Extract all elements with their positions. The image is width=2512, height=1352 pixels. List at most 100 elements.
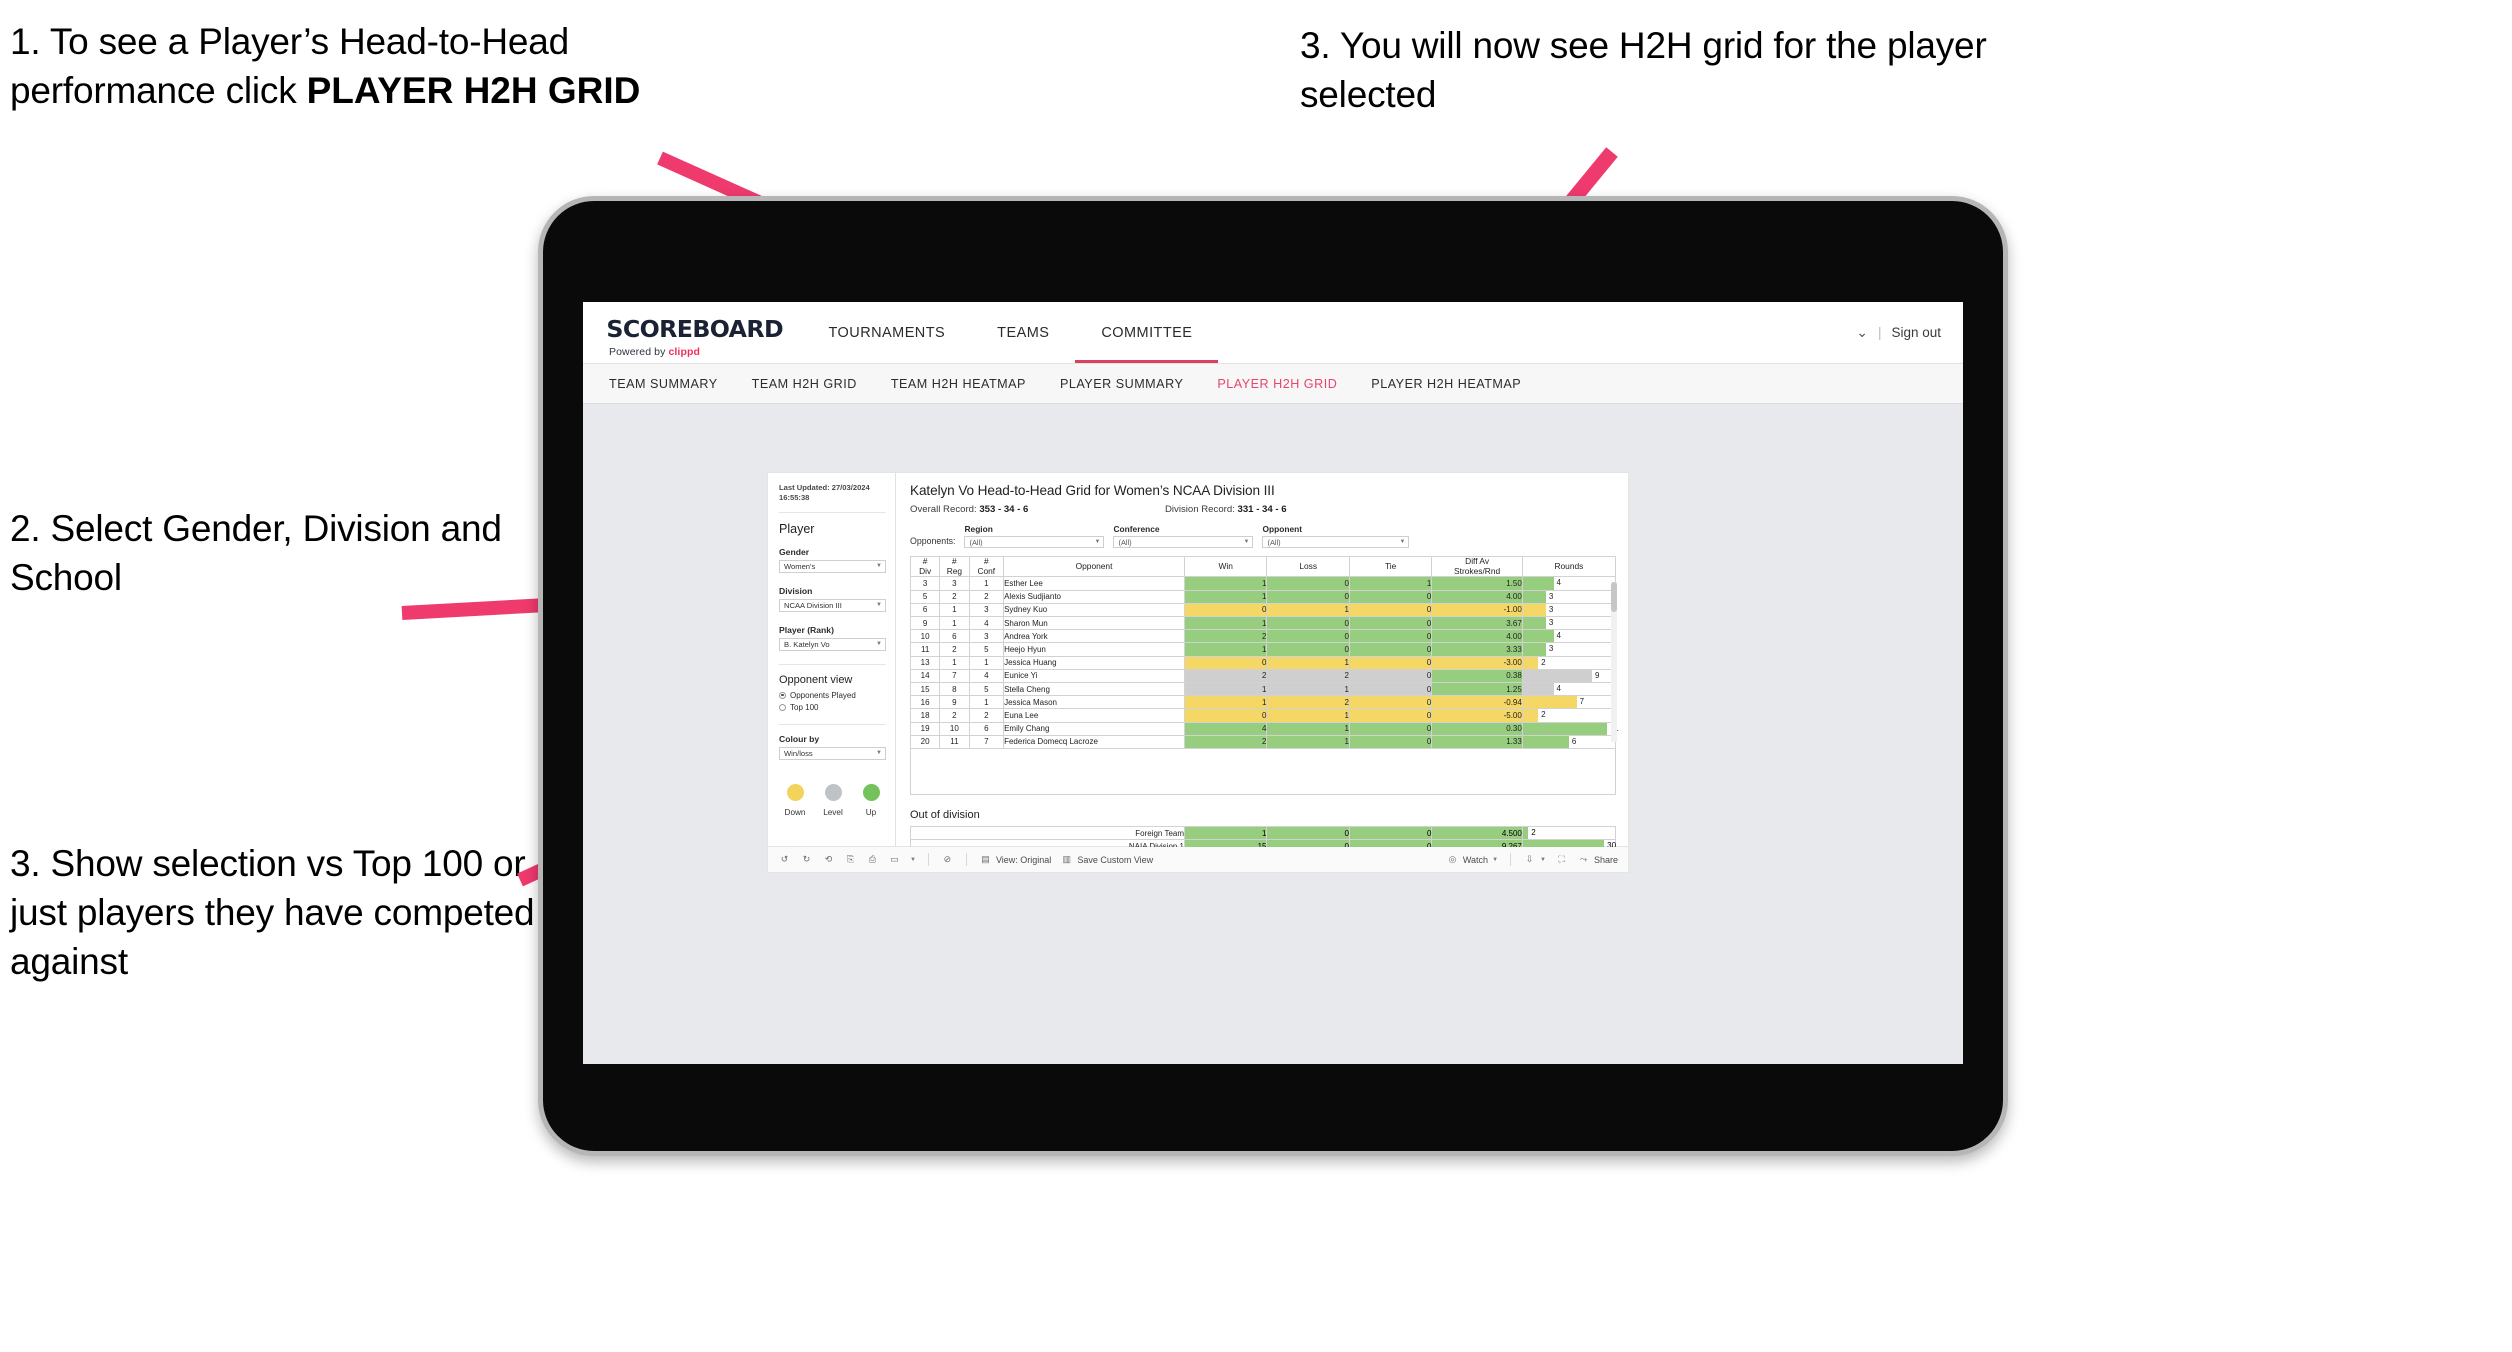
subnav-item-team-h2h-grid[interactable]: TEAM H2H GRID	[752, 377, 857, 391]
cell-opponent: Euna Lee	[1003, 708, 1185, 723]
region-select[interactable]: (All) ▼	[964, 536, 1105, 548]
user-menu-icon[interactable]: ⌄	[1856, 324, 1868, 341]
view-original-label: View: Original	[995, 854, 1052, 865]
cell-win: 2	[1183, 668, 1268, 683]
cell-loss: 0	[1266, 642, 1350, 657]
table-row[interactable]: 13 1 1 Jessica Huang 0 1 0 -3.00 2	[909, 655, 1617, 670]
cell-win: 0	[1183, 708, 1268, 723]
cell-reg: 2	[939, 642, 970, 657]
chevron-down-icon: ▼	[1492, 856, 1499, 863]
player-label: Player (Rank)	[779, 624, 834, 635]
table-row[interactable]: 20 11 7 Federica Domecq Lacroze 2 1 0 1.33 6	[909, 734, 1617, 749]
opponent-filter: Opponent (All) ▼	[1262, 524, 1410, 548]
cell-diff: -3.00	[1431, 655, 1523, 670]
opponent-value: (All)	[1267, 537, 1281, 547]
conference-label: Conference	[1113, 524, 1160, 534]
cell-loss: 0	[1266, 576, 1350, 591]
table-row[interactable]: 5 2 2 Alexis Sudjianto 1 0 0 4.00 3	[909, 589, 1617, 604]
cell-tie: 0	[1348, 589, 1433, 604]
cell-win: 1	[1183, 589, 1268, 604]
cell-tie: 0	[1348, 708, 1433, 723]
table-row[interactable]: 15 8 5 Stella Cheng 1 1 0 1.25 4	[909, 681, 1617, 697]
legend-dot-level	[824, 783, 842, 801]
opponent-select[interactable]: (All) ▼	[1262, 536, 1410, 548]
cell-win: 0	[1183, 655, 1268, 670]
reset-icon[interactable]: ⊘	[941, 853, 954, 866]
overall-record-label: Overall Record:	[910, 504, 980, 515]
sign-out-link[interactable]: Sign out	[1891, 325, 1941, 340]
table-row[interactable]: 6 1 3 Sydney Kuo 0 1 0 -1.00 3	[909, 602, 1617, 617]
nav-item-committee[interactable]: COMMITTEE	[1075, 302, 1218, 363]
primary-nav: TOURNAMENTS TEAMS COMMITTEE	[803, 302, 1219, 363]
cell-win: 1	[1183, 615, 1268, 631]
conference-select[interactable]: (All) ▼	[1113, 536, 1254, 548]
cell-rounds: 2	[1521, 825, 1617, 841]
nav-item-tournaments[interactable]: TOURNAMENTS	[803, 302, 972, 363]
cell-diff: 4.00	[1431, 589, 1523, 604]
pause-updates-icon[interactable]: ⎙	[866, 853, 879, 866]
tableau-toolbar: ↺ ↻ ⟲ ⎘ ⎙ ▭ ▼ ⊘ ▤ View: Original ▥ Save …	[767, 847, 1629, 873]
grid-scrollbar-thumb[interactable]	[1611, 582, 1617, 612]
table-row[interactable]: 10 6 3 Andrea York 2 0 0 4.00 4	[909, 629, 1617, 644]
save-custom-view-button[interactable]: ▥ Save Custom View	[1060, 853, 1154, 866]
cell-win: 1	[1183, 642, 1268, 657]
nav-item-teams[interactable]: TEAMS	[971, 302, 1075, 363]
table-row[interactable]: 11 2 5 Heejo Hyun 1 0 0 3.33 3	[909, 642, 1617, 657]
cell-div: 16	[909, 695, 941, 710]
region-label: Region	[964, 524, 993, 534]
share-button[interactable]: ⤳ Share	[1577, 853, 1618, 866]
cell-rounds: 7	[1521, 695, 1617, 710]
cell-rounds: 4	[1521, 629, 1617, 644]
cell-diff: 1.33	[1431, 734, 1523, 749]
logo-tagline: Powered by clippd	[609, 346, 781, 358]
grid-scrollbar[interactable]	[1611, 582, 1617, 742]
cell-conf: 5	[968, 681, 1005, 697]
view-original-button[interactable]: ▤ View: Original	[979, 853, 1051, 866]
filters-section-title: Player	[779, 521, 815, 536]
division-select[interactable]: NCAA Division III ▼	[779, 598, 886, 612]
revert-icon[interactable]: ⟲	[822, 853, 835, 866]
radio-opponents-played[interactable]: Opponents Played	[779, 691, 886, 700]
table-row[interactable]: 19106Emily Chang4100.3011	[909, 721, 1619, 736]
player-select[interactable]: B. Katelyn Vo ▼	[779, 637, 886, 651]
share-icon: ⤳	[1579, 854, 1588, 864]
fullscreen-icon[interactable]: ⛶	[1555, 853, 1568, 866]
cell-div: 15	[909, 681, 941, 697]
subnav-item-team-h2h-heatmap[interactable]: TEAM H2H HEATMAP	[891, 377, 1026, 391]
subnav-item-player-h2h-grid[interactable]: PLAYER H2H GRID	[1217, 377, 1337, 391]
cell-opponent: Eunice Yi	[1003, 668, 1185, 683]
table-row[interactable]: 9 1 4 Sharon Mun 1 0 0 3.67 3	[909, 615, 1617, 631]
download-button[interactable]: ⇩ ▼	[1523, 853, 1546, 866]
watch-button[interactable]: ◎ Watch ▼	[1446, 853, 1498, 866]
legend-item-down: Down	[783, 783, 807, 817]
highlight-icon[interactable]: ▭	[888, 853, 901, 866]
cell-opponent: Stella Cheng	[1003, 681, 1185, 697]
colour-by-value: Win/loss	[784, 748, 813, 758]
subnav-item-team-summary[interactable]: TEAM SUMMARY	[609, 377, 718, 391]
legend-caption-down: Down	[784, 807, 806, 817]
overall-record-value: 353 - 34 - 6	[979, 504, 1029, 515]
table-row[interactable]: 14 7 4 Eunice Yi 2 2 0 0.38 9	[909, 668, 1617, 683]
app-header: SCOREBOARD Powered by clippd TOURNAMENTS…	[583, 302, 1963, 364]
chevron-down-icon[interactable]: ▼	[910, 857, 916, 863]
table-row[interactable]: 18 2 2 Euna Lee 0 1 0 -5.00 2	[909, 708, 1617, 723]
app-logo[interactable]: SCOREBOARD Powered by clippd	[583, 302, 803, 363]
table-row[interactable]: 3 3 1 Esther Lee 1 0 1 1.50 4	[909, 576, 1617, 591]
table-row[interactable]: 16 9 1 Jessica Mason 1 2 0 -0.94 7	[909, 695, 1617, 710]
grid-col-header-1: # Reg	[939, 555, 970, 578]
colour-by-select[interactable]: Win/loss ▼	[779, 746, 886, 760]
redo-icon[interactable]: ↻	[800, 853, 813, 866]
subnav-item-player-h2h-heatmap[interactable]: PLAYER H2H HEATMAP	[1371, 377, 1521, 391]
subnav-item-player-summary[interactable]: PLAYER SUMMARY	[1060, 377, 1183, 391]
divider	[779, 663, 886, 665]
grid-col-header-7: Diff Av Strokes/Rnd	[1431, 555, 1523, 578]
cell-diff: -1.00	[1431, 602, 1523, 617]
refresh-icon[interactable]: ⎘	[844, 853, 857, 866]
radio-top-100[interactable]: Top 100	[779, 703, 886, 712]
gender-select[interactable]: Women's ▼	[779, 559, 886, 573]
radio-top-100-label: Top 100	[790, 702, 819, 712]
undo-icon[interactable]: ↺	[778, 853, 791, 866]
out-of-division-row[interactable]: Foreign Team 1 0 0 4.500 2	[909, 825, 1617, 841]
opponents-label: Opponents:	[910, 536, 956, 546]
cell-div: 11	[909, 642, 941, 657]
